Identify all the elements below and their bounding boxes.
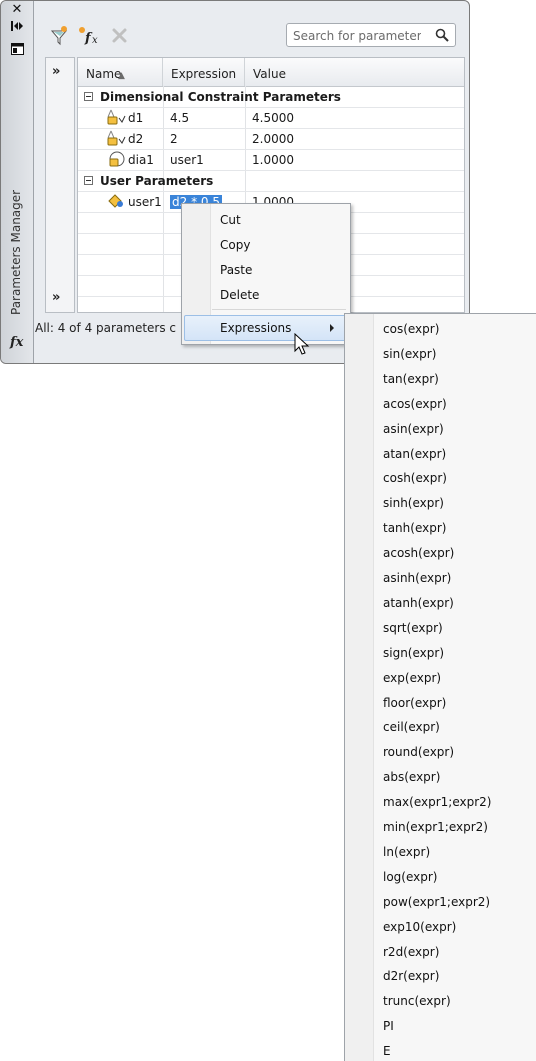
filter-tree-pane: » » (45, 57, 75, 313)
group-label: Dimensional Constraint Parameters (100, 90, 341, 104)
submenu-item-expression[interactable]: min(expr1;expr2) (383, 817, 488, 837)
parameter-expression[interactable]: 4.5 (164, 108, 189, 128)
search-icon[interactable] (435, 28, 449, 45)
parameter-value: 2.0000 (252, 132, 294, 146)
column-header-name[interactable]: Name ▲ (78, 58, 163, 86)
search-input[interactable] (291, 27, 423, 45)
parameter-filter-icon[interactable] (49, 25, 71, 47)
fx-icon: fx (10, 335, 24, 350)
submenu-item-expression[interactable]: E (383, 1041, 391, 1061)
table-row[interactable]: dia1 user1 1.0000 (78, 150, 464, 171)
submenu-item-expression[interactable]: trunc(expr) (383, 991, 451, 1011)
submenu-item-expression[interactable]: asin(expr) (383, 419, 444, 439)
parameter-expression[interactable]: 2 (164, 129, 178, 149)
submenu-item-expression[interactable]: exp10(expr) (383, 917, 456, 937)
submenu-item-expression[interactable]: acosh(expr) (383, 543, 454, 563)
close-icon[interactable]: ✕ (7, 1, 27, 19)
group-row-dimensional[interactable]: Dimensional Constraint Parameters (78, 87, 464, 108)
submenu-item-expression[interactable]: sinh(expr) (383, 493, 444, 513)
group-row-user[interactable]: User Parameters (78, 171, 464, 192)
collapse-group-icon[interactable] (84, 92, 93, 101)
properties-icon[interactable] (7, 43, 27, 61)
column-header-value[interactable]: Value (245, 58, 464, 86)
submenu-item-expression[interactable]: max(expr1;expr2) (383, 792, 491, 812)
table-row[interactable]: d2 2 2.0000 (78, 129, 464, 150)
menu-item-cut[interactable]: Cut (220, 209, 241, 231)
submenu-item-expression[interactable]: sin(expr) (383, 344, 436, 364)
submenu-item-expression[interactable]: ceil(expr) (383, 717, 440, 737)
parameter-expression[interactable]: user1 (164, 150, 204, 170)
expand-filter-tree-bottom-icon[interactable]: » (52, 290, 61, 305)
menu-item-delete[interactable]: Delete (220, 284, 259, 306)
submenu-item-expression[interactable]: sign(expr) (383, 643, 444, 663)
submenu-arrow-icon (330, 324, 334, 332)
submenu-item-expression[interactable]: abs(expr) (383, 767, 440, 787)
toolbar: fx (35, 1, 469, 49)
menu-item-copy[interactable]: Copy (220, 234, 250, 256)
submenu-item-expression[interactable]: cosh(expr) (383, 468, 447, 488)
svg-text:x: x (92, 35, 98, 46)
palette-title: Parameters Manager (9, 189, 23, 315)
new-user-parameter-icon[interactable]: fx (77, 25, 99, 47)
submenu-icon-strip (345, 314, 374, 1061)
context-menu: Cut Copy Paste Delete Expressions (181, 203, 351, 345)
status-bar: All: 4 of 4 parameters c (35, 321, 177, 335)
table-row[interactable]: d1 4.5 4.5000 (78, 108, 464, 129)
parameter-name: d2 (128, 132, 144, 146)
submenu-item-expression[interactable]: round(expr) (383, 742, 454, 762)
grid-header: Name ▲ Expression Value (78, 58, 464, 87)
delete-parameter-icon[interactable] (109, 25, 131, 47)
submenu-item-expression[interactable]: r2d(expr) (383, 942, 439, 962)
expressions-submenu: cos(expr) sin(expr) tan(expr) acos(expr) asi… (344, 313, 536, 1061)
submenu-item-expression[interactable]: pow(expr1;expr2) (383, 892, 490, 912)
submenu-item-expression[interactable]: tanh(expr) (383, 518, 446, 538)
column-header-name-label: Name (86, 67, 122, 81)
parameter-value: 4.5000 (252, 111, 294, 125)
submenu-item-expression[interactable]: tan(expr) (383, 369, 439, 389)
parameter-name: d1 (128, 111, 144, 125)
submenu-item-expression[interactable]: cos(expr) (383, 319, 439, 339)
submenu-item-expression[interactable]: PI (383, 1016, 394, 1036)
collapse-group-icon[interactable] (84, 176, 93, 185)
auto-hide-icon[interactable] (7, 20, 27, 38)
search-field[interactable] (286, 23, 456, 47)
menu-separator (212, 309, 346, 310)
submenu-item-expression[interactable]: exp(expr) (383, 668, 441, 688)
menu-item-paste[interactable]: Paste (220, 259, 252, 281)
parameter-name: user1 (128, 195, 162, 209)
expand-filter-tree-icon[interactable]: » (52, 64, 61, 79)
palette-titlebar[interactable]: ✕ Parameters Manager fx (1, 1, 34, 363)
submenu-item-expression[interactable]: acos(expr) (383, 394, 447, 414)
menu-item-expressions[interactable]: Expressions (220, 317, 291, 339)
submenu-item-expression[interactable]: asinh(expr) (383, 568, 451, 588)
column-header-expression-label: Expression (171, 67, 237, 81)
submenu-item-expression[interactable]: log(expr) (383, 867, 437, 887)
submenu-item-expression[interactable]: ln(expr) (383, 842, 430, 862)
submenu-item-expression[interactable]: floor(expr) (383, 693, 446, 713)
mouse-pointer-icon (294, 332, 314, 360)
group-label: User Parameters (100, 174, 214, 188)
submenu-item-expression[interactable]: sqrt(expr) (383, 618, 443, 638)
submenu-item-expression[interactable]: atan(expr) (383, 444, 446, 464)
submenu-item-expression[interactable]: atanh(expr) (383, 593, 454, 613)
parameter-name: dia1 (128, 153, 154, 167)
submenu-item-expression[interactable]: d2r(expr) (383, 966, 439, 986)
column-header-value-label: Value (253, 67, 286, 81)
column-header-expression[interactable]: Expression (163, 58, 245, 86)
parameter-value: 1.0000 (252, 153, 294, 167)
